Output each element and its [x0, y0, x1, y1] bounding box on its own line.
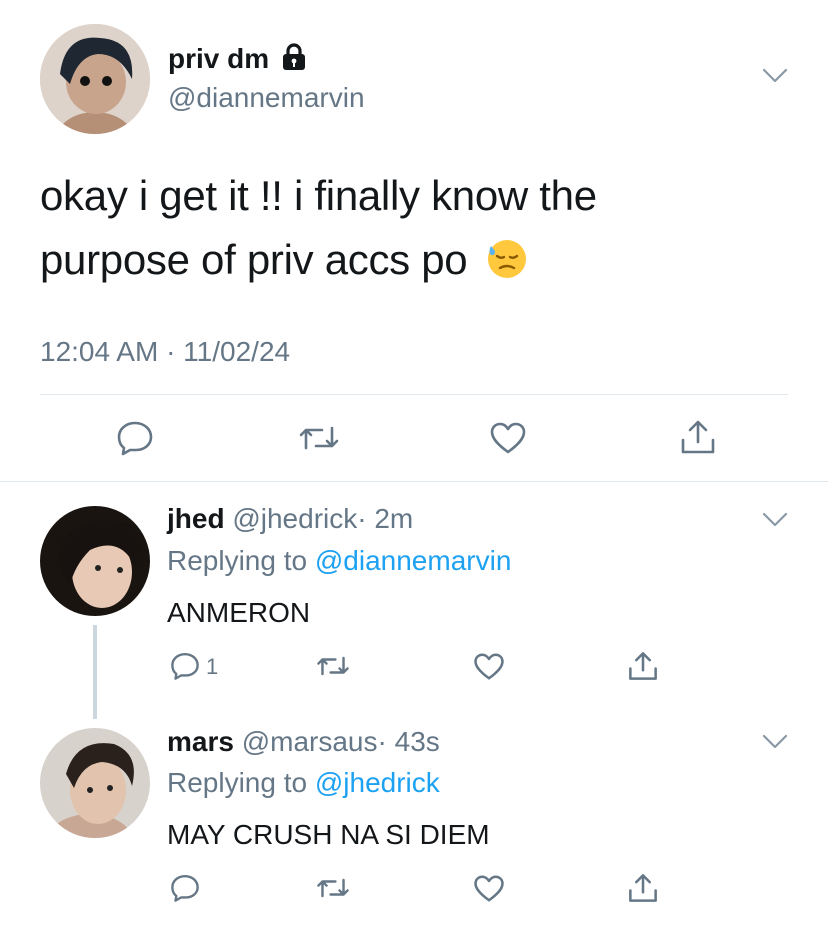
- replying-to-link[interactable]: @jhedrick: [315, 767, 440, 798]
- display-name[interactable]: jhed: [167, 503, 225, 534]
- reply-header: jhed @jhedrick· 2m: [167, 502, 413, 536]
- sweat-emoji-icon: [485, 236, 529, 292]
- like-icon[interactable]: [489, 421, 527, 455]
- like-icon[interactable]: [473, 652, 505, 681]
- thread-line: [93, 625, 97, 719]
- replying-to-link[interactable]: @diannemarvin: [315, 545, 512, 576]
- relative-time[interactable]: · 2m: [357, 503, 413, 534]
- replying-to-prefix: Replying to: [167, 545, 308, 576]
- reply-text: ANMERON: [167, 597, 311, 628]
- retweet-icon[interactable]: [298, 422, 340, 454]
- lock-icon: [281, 43, 307, 71]
- reply-icon[interactable]: [170, 873, 200, 903]
- retweet-icon[interactable]: [316, 653, 350, 679]
- avatar[interactable]: [40, 24, 150, 134]
- handle[interactable]: @diannemarvin: [168, 81, 365, 115]
- replying-to: Replying to @jhedrick: [167, 766, 440, 800]
- replying-to: Replying to @diannemarvin: [167, 544, 511, 578]
- handle[interactable]: @marsaus: [242, 726, 378, 757]
- share-icon[interactable]: [627, 872, 659, 904]
- reply-text: MAY CRUSH NA SI DIEM: [167, 819, 490, 850]
- like-icon[interactable]: [473, 874, 505, 903]
- tweet-text-line-2-text: purpose of priv accs po: [40, 236, 468, 283]
- divider: [40, 394, 788, 395]
- share-icon[interactable]: [627, 650, 659, 682]
- reply-header: mars @marsaus· 43s: [167, 725, 440, 759]
- reply-icon[interactable]: [170, 651, 200, 681]
- avatar[interactable]: [40, 506, 150, 616]
- avatar[interactable]: [40, 728, 150, 838]
- handle[interactable]: @jhedrick: [232, 503, 357, 534]
- display-name[interactable]: priv dm: [168, 42, 307, 76]
- retweet-icon[interactable]: [316, 875, 350, 901]
- share-icon[interactable]: [679, 418, 717, 456]
- chevron-down-icon[interactable]: [762, 512, 788, 528]
- reply-icon[interactable]: [116, 420, 154, 456]
- tweet-text-line-1: okay i get it !! i finally know the: [40, 172, 597, 219]
- replying-to-prefix: Replying to: [167, 767, 308, 798]
- timestamp[interactable]: 12:04 AM · 11/02/24: [40, 336, 290, 368]
- display-name[interactable]: mars: [167, 726, 234, 757]
- chevron-down-icon[interactable]: [762, 734, 788, 750]
- section-divider: [0, 481, 828, 482]
- tweet-text-line-2: purpose of priv accs po: [40, 234, 529, 292]
- reply-count: 1: [206, 654, 219, 679]
- chevron-down-icon[interactable]: [762, 68, 788, 84]
- relative-time[interactable]: · 43s: [378, 726, 440, 757]
